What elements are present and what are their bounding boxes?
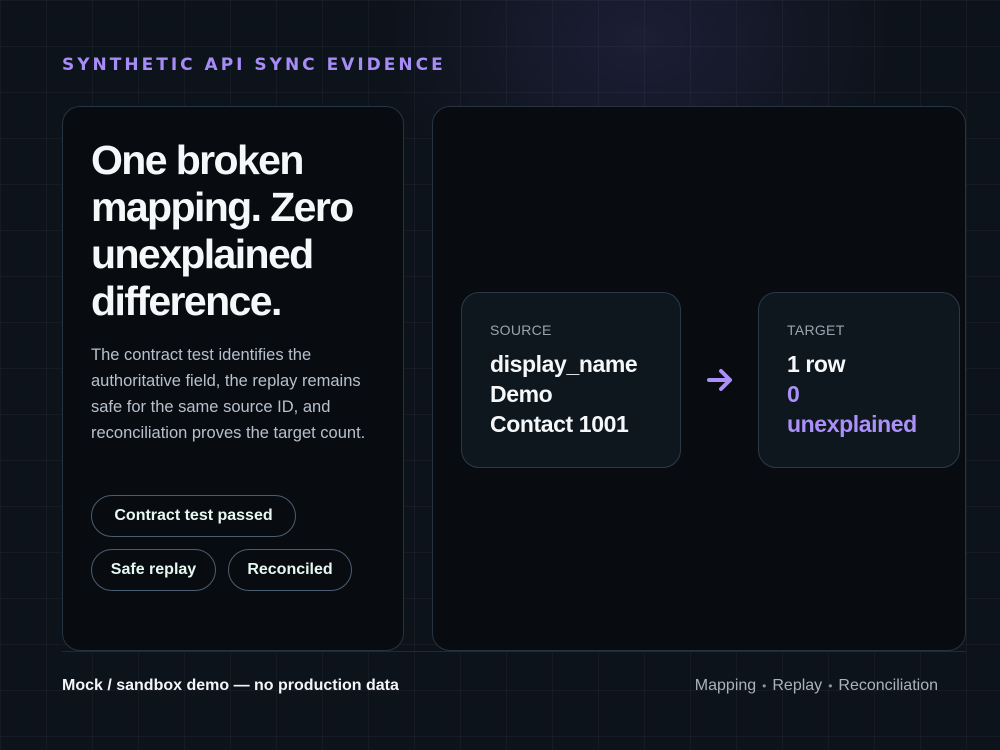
source-value-line-2: Contact 1001 (490, 411, 629, 437)
source-label: SOURCE (490, 322, 552, 338)
reconciled-badge: Reconciled (228, 549, 352, 591)
target-row-count: 1 row (787, 351, 846, 377)
source-field-name: display_name (490, 351, 638, 377)
safe-replay-badge: Safe replay (91, 549, 216, 591)
eyebrow-title: SYNTHETIC API SYNC EVIDENCE (62, 55, 446, 75)
footer-separator: • (828, 679, 833, 693)
unexplained-label: unexplained (787, 411, 917, 437)
flow-panel: SOURCE display_name Demo Contact 1001 TA… (432, 106, 966, 651)
source-card: SOURCE display_name Demo Contact 1001 (461, 292, 681, 468)
arrow-right-icon (707, 369, 732, 391)
source-value: display_name Demo Contact 1001 (490, 349, 638, 439)
footer-step-reconciliation: Reconciliation (838, 677, 938, 694)
summary-description: The contract test identifies the authori… (91, 346, 366, 442)
target-label: TARGET (787, 322, 845, 338)
target-value: 1 row 0 unexplained (787, 349, 917, 439)
footer-separator: • (762, 679, 767, 693)
summary-panel: One broken mapping. Zero unexplained dif… (62, 106, 404, 651)
footer-steps: Mapping • Replay • Reconciliation (695, 677, 938, 695)
target-card: TARGET 1 row 0 unexplained (758, 292, 960, 468)
unexplained-count: 0 (787, 381, 800, 407)
footer-divider (62, 651, 966, 652)
headline: One broken mapping. Zero unexplained dif… (91, 137, 354, 324)
footer-step-replay: Replay (772, 677, 823, 694)
footer-step-mapping: Mapping (694, 677, 757, 694)
footer-note: Mock / sandbox demo — no production data (62, 677, 399, 694)
contract-test-badge: Contract test passed (91, 495, 296, 537)
source-value-line-1: Demo (490, 381, 553, 407)
